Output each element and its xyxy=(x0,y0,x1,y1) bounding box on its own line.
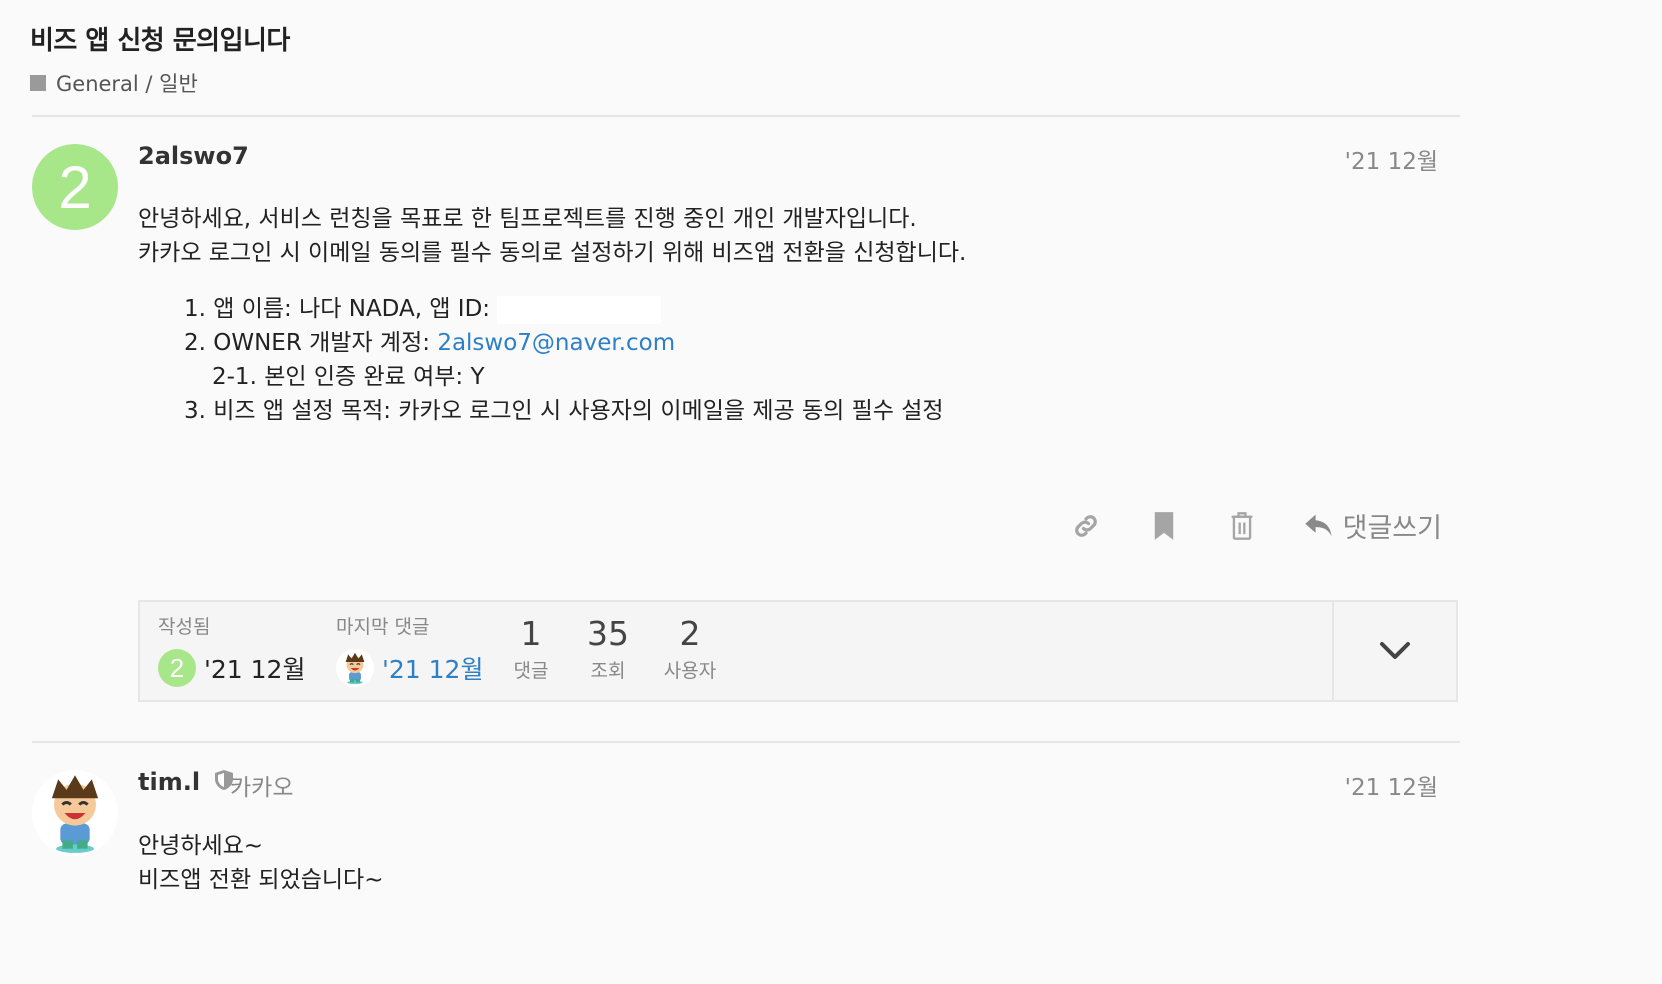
divider xyxy=(32,115,1460,117)
expand-topic-map-button[interactable] xyxy=(1332,602,1456,700)
avatar-letter: 2 xyxy=(58,153,92,221)
post-username[interactable]: 2alswo7 xyxy=(138,142,249,170)
list-item: 1. 앱 이름: 나다 NADA, 앱 ID: xyxy=(184,292,1338,326)
post-paragraph: 비즈앱 전환 되었습니다~ xyxy=(138,867,384,893)
views-stat: 35 조회 xyxy=(578,614,638,683)
link-icon[interactable] xyxy=(1069,509,1103,543)
list-item: 2. OWNER 개발자 계정: 2alswo7@naver.com xyxy=(184,326,1338,360)
avatar[interactable]: 2 xyxy=(32,144,118,230)
views-label: 조회 xyxy=(590,660,626,682)
replies-stat: 1 댓글 xyxy=(506,614,556,683)
list-item-text: 2. OWNER 개발자 계정: xyxy=(184,330,438,356)
created-date: '21 12월 xyxy=(204,655,306,684)
post-paragraph: 카카오 로그인 시 이메일 동의를 필수 동의로 설정하기 위해 비즈앱 전환을… xyxy=(138,240,967,266)
list-sub-item: 2-1. 본인 인증 완료 여부: Y xyxy=(212,364,485,390)
divider xyxy=(32,741,1460,743)
avatar xyxy=(336,649,374,687)
reply-button[interactable]: 댓글쓰기 xyxy=(1303,506,1442,545)
post-paragraph: 안녕하세요, 서비스 런칭을 목표로 한 팀프로젝트를 진행 중인 개인 개발자… xyxy=(138,206,917,232)
users-label: 사용자 xyxy=(663,660,717,682)
created-label: 작성됨 xyxy=(158,616,211,638)
reply-label: 댓글쓰기 xyxy=(1342,513,1442,544)
user-title: 카카오 xyxy=(230,775,294,801)
category-color-swatch xyxy=(30,75,46,91)
post-content: 안녕하세요~ 비즈앱 전환 되었습니다~ xyxy=(138,829,1338,897)
post-list: 1. 앱 이름: 나다 NADA, 앱 ID: 2. OWNER 개발자 계정:… xyxy=(184,292,1338,428)
post-date[interactable]: '21 12월 xyxy=(1345,768,1438,802)
topic-page: 비즈 앱 신청 문의입니다 General / 일반 2 2alswo7 '21… xyxy=(0,0,1662,984)
topic-last-reply: 마지막 댓글 '21 12월 xyxy=(336,612,483,687)
last-reply-label: 마지막 댓글 xyxy=(336,616,430,638)
bookmark-icon[interactable] xyxy=(1147,509,1181,543)
topic-map: 작성됨 2 '21 12월 마지막 댓글 '21 12월 1 댓글 35 조회 … xyxy=(138,600,1458,702)
trash-icon[interactable] xyxy=(1225,509,1259,543)
views-count: 35 xyxy=(587,614,629,653)
list-item-text: 1. 앱 이름: 나다 NADA, 앱 ID: xyxy=(184,296,491,322)
topic-created: 작성됨 2 '21 12월 xyxy=(158,612,305,687)
post-paragraph: 안녕하세요~ xyxy=(138,833,264,859)
post-username[interactable]: tim.l xyxy=(138,768,234,797)
category-badge[interactable]: General / 일반 xyxy=(30,68,198,98)
avatar: 2 xyxy=(158,649,196,687)
chevron-down-icon xyxy=(1380,642,1410,659)
email-link[interactable]: 2alswo7@naver.com xyxy=(437,330,675,356)
replies-label: 댓글 xyxy=(513,660,549,682)
category-name: General / 일반 xyxy=(56,72,198,96)
username-text: tim.l xyxy=(138,768,201,796)
list-item: 3. 비즈 앱 설정 목적: 카카오 로그인 시 사용자의 이메일을 제공 동의… xyxy=(184,398,944,424)
users-count: 2 xyxy=(679,614,701,653)
replies-count: 1 xyxy=(520,614,542,653)
last-reply-date: '21 12월 xyxy=(382,655,484,684)
redacted-block xyxy=(497,295,662,324)
users-stat: 2 사용자 xyxy=(656,614,724,683)
post-date[interactable]: '21 12월 xyxy=(1345,142,1438,176)
cartoon-avatar-icon xyxy=(51,775,99,853)
reply-icon xyxy=(1304,514,1332,536)
post-actions: 댓글쓰기 xyxy=(1069,506,1442,545)
created-value[interactable]: 2 '21 12월 xyxy=(158,649,305,687)
cartoon-avatar-icon xyxy=(345,652,365,685)
post-content: 안녕하세요, 서비스 런칭을 목표로 한 팀프로젝트를 진행 중인 개인 개발자… xyxy=(138,202,1338,428)
avatar-letter: 2 xyxy=(169,652,185,683)
last-reply-value[interactable]: '21 12월 xyxy=(336,649,483,687)
topic-title[interactable]: 비즈 앱 신청 문의입니다 xyxy=(30,20,290,57)
avatar[interactable] xyxy=(32,770,118,856)
